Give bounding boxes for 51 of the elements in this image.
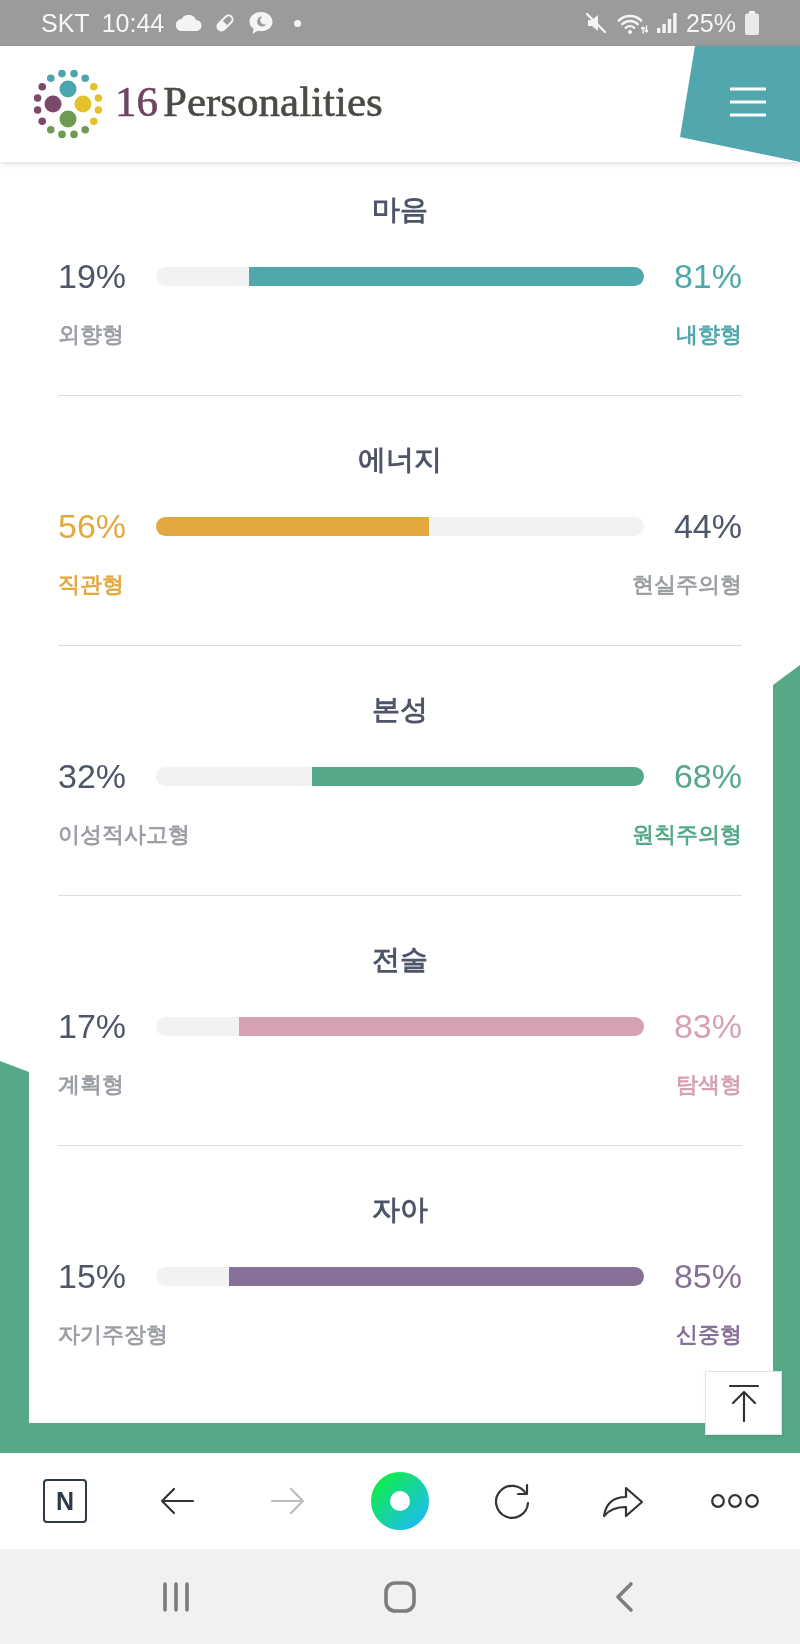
trait-label: 현실주의형 — [632, 571, 742, 599]
trait-label: 원칙주의형 — [632, 821, 742, 849]
wifi-icon — [615, 12, 648, 34]
percent-value: 83% — [672, 1006, 742, 1046]
percent-value: 19% — [58, 256, 128, 296]
section-title: 자아 — [371, 1192, 429, 1228]
trait-label: 신중형 — [676, 1321, 742, 1349]
menu-button[interactable] — [680, 46, 800, 162]
trait-label: 직관형 — [58, 571, 124, 599]
percent-value: 32% — [58, 756, 128, 796]
carrier-name: SKT — [41, 8, 90, 38]
chat-bubble-icon — [248, 11, 275, 35]
section-title: 전술 — [371, 942, 429, 978]
percent-value: 68% — [672, 756, 742, 796]
rounded-square-icon — [384, 1580, 416, 1613]
mute-icon — [584, 12, 607, 34]
logo-icon — [33, 69, 103, 139]
dot-icon — [294, 19, 302, 27]
pill-icon — [214, 12, 237, 34]
chevron-left-icon — [614, 1580, 634, 1613]
arrow-to-top-icon — [727, 1384, 760, 1422]
trait-label: 계획형 — [58, 1071, 124, 1099]
battery-icon — [745, 11, 759, 35]
percent-value: 17% — [58, 1006, 128, 1046]
three-bars-icon — [162, 1581, 190, 1612]
cloud-icon — [176, 15, 203, 31]
section-title: 마음 — [371, 192, 429, 228]
trait-label: 자기주장형 — [58, 1321, 168, 1349]
battery-percent: 25% — [685, 8, 736, 38]
percent-value: 81% — [672, 256, 742, 296]
scroll-top-button[interactable] — [705, 1371, 782, 1435]
percent-value: 44% — [672, 506, 742, 546]
arrow-left-icon — [158, 1486, 195, 1516]
signal-icon — [656, 13, 677, 33]
percent-value: 56% — [58, 506, 128, 546]
ring-icon — [370, 1472, 429, 1530]
clock-time: 10:44 — [101, 8, 165, 38]
percent-value: 85% — [672, 1256, 742, 1296]
section-title: 본성 — [371, 692, 429, 728]
menu-icon — [730, 87, 766, 117]
trait-label: 외향형 — [58, 321, 124, 349]
ring-button[interactable] — [369, 1471, 430, 1531]
logo-text[interactable]: 16Personalities — [115, 77, 383, 127]
arrow-right-icon — [270, 1486, 307, 1516]
trait-label: 탐색형 — [676, 1071, 742, 1099]
section-title: 에너지 — [357, 442, 443, 478]
percent-value: 15% — [58, 1256, 128, 1296]
trait-label: 내향형 — [676, 321, 742, 349]
logo-button[interactable]: N — [43, 1479, 87, 1523]
more-icon — [710, 1493, 759, 1509]
trait-label: 이성적사고형 — [58, 821, 190, 849]
